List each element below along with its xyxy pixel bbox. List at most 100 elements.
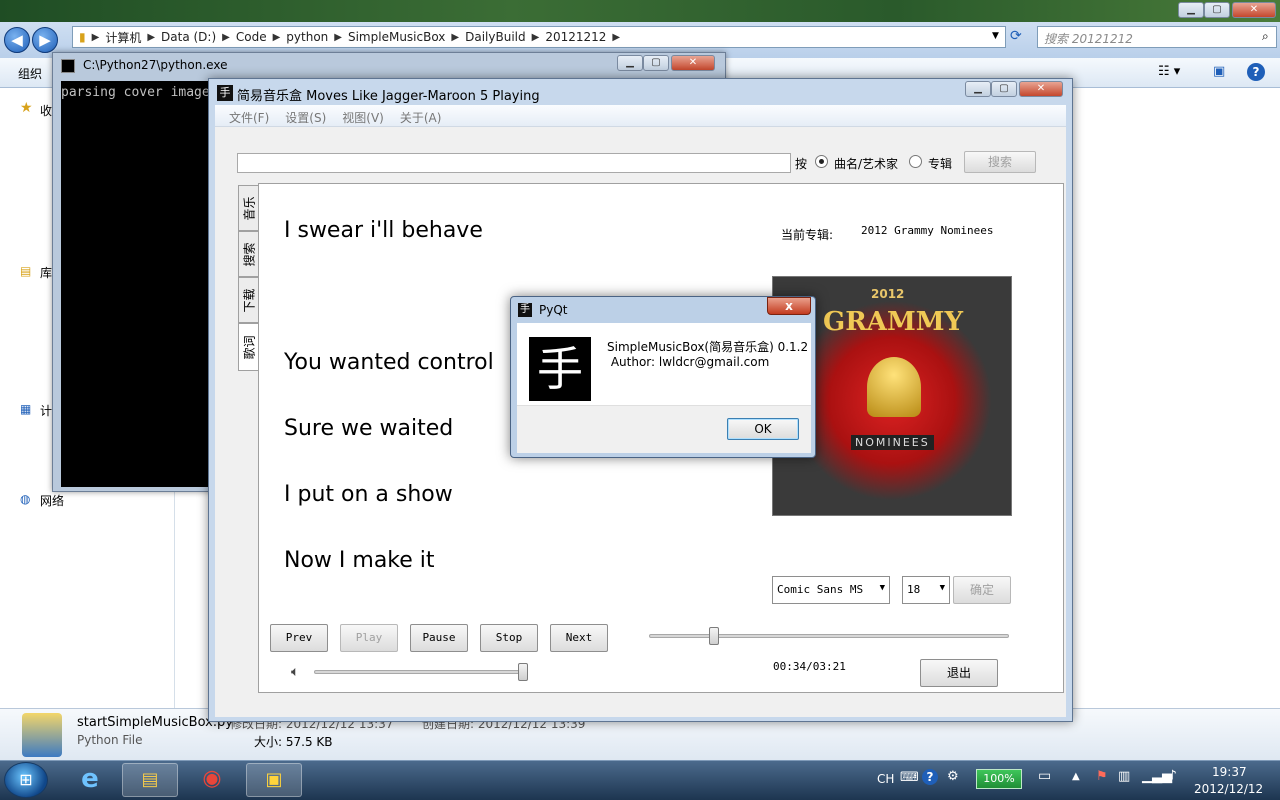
forward-arrow-icon: ▶ bbox=[39, 31, 51, 49]
back-arrow-icon: ◀ bbox=[11, 31, 23, 49]
computer-label[interactable]: 计 bbox=[40, 402, 52, 419]
console-close-button[interactable]: ✕ bbox=[671, 55, 715, 71]
dialog-author-text: Author: lwldcr@gmail.com bbox=[607, 355, 770, 369]
tab-lyrics[interactable]: 歌词 bbox=[238, 323, 259, 371]
confirm-font-button[interactable]: 确定 bbox=[953, 576, 1011, 604]
tab-search-label: 搜索 bbox=[242, 241, 257, 267]
stop-button[interactable]: Stop bbox=[480, 624, 538, 652]
refresh-icon[interactable]: ⟳ bbox=[1010, 28, 1022, 44]
tab-music-label: 音乐 bbox=[242, 195, 257, 221]
taskbar-chrome-button[interactable]: ◉ bbox=[184, 763, 240, 797]
speaker-icon[interactable]: ♪ bbox=[1168, 768, 1177, 784]
clock-date[interactable]: 2012/12/12 bbox=[1194, 782, 1263, 796]
view-options-icon[interactable]: ☷ ▾ bbox=[1158, 64, 1180, 79]
dialog-footer: OK bbox=[517, 405, 811, 453]
forward-button[interactable]: ▶ bbox=[32, 27, 58, 53]
progress-slider[interactable] bbox=[649, 634, 1009, 638]
libraries-label[interactable]: 库 bbox=[40, 264, 52, 281]
keyboard-icon[interactable]: ⌨ bbox=[900, 770, 919, 785]
menu-file[interactable]: 文件(F) bbox=[221, 105, 277, 126]
radio-song-artist[interactable] bbox=[815, 155, 828, 168]
breadcrumb-drive[interactable]: Data (D:) bbox=[155, 30, 222, 44]
cover-year: 2012 bbox=[871, 287, 905, 301]
next-button[interactable]: Next bbox=[550, 624, 608, 652]
tab-search[interactable]: 搜索 bbox=[238, 231, 258, 277]
python-file-icon bbox=[22, 713, 62, 757]
console-maximize-button[interactable]: ▢ bbox=[643, 55, 669, 71]
action-center-icon[interactable]: ⚑ bbox=[1096, 769, 1108, 784]
radio-album[interactable] bbox=[909, 155, 922, 168]
font-size-combo[interactable]: 18 ▼ bbox=[902, 576, 950, 604]
battery-indicator[interactable]: 100% bbox=[976, 769, 1022, 789]
app-close-button[interactable]: ✕ bbox=[1019, 81, 1063, 97]
settings-tray-icon[interactable]: ⚙ bbox=[947, 769, 959, 784]
font-family-combo[interactable]: Comic Sans MS ▼ bbox=[772, 576, 890, 604]
ok-button[interactable]: OK bbox=[727, 418, 799, 440]
explorer-maximize-button[interactable]: ▢ bbox=[1204, 2, 1230, 18]
tab-download[interactable]: 下载 bbox=[238, 277, 258, 323]
cover-subtitle: NOMINEES bbox=[851, 435, 934, 450]
taskbar-explorer-button[interactable]: ▤ bbox=[122, 763, 178, 797]
address-breadcrumb[interactable]: ▮ ▶ 计算机 ▶ Data (D:) ▶ Code ▶ python ▶ Simple… bbox=[72, 26, 1006, 48]
help-tray-icon[interactable]: ? bbox=[922, 769, 938, 785]
volume-slider[interactable] bbox=[314, 670, 528, 674]
prev-button[interactable]: Prev bbox=[270, 624, 328, 652]
taskbar-python-button[interactable]: ▣ bbox=[246, 763, 302, 797]
lyric-line: You wanted control bbox=[284, 350, 494, 375]
language-indicator[interactable]: CH bbox=[877, 772, 894, 786]
network-label[interactable]: 网络 bbox=[40, 492, 64, 509]
folder-icon: ▮ bbox=[79, 30, 86, 44]
explorer-close-button[interactable]: ✕ bbox=[1232, 2, 1276, 18]
dialog-app-icon: 手 bbox=[518, 303, 532, 317]
address-dropdown-icon[interactable]: ▼ bbox=[992, 31, 999, 41]
exit-button[interactable]: 退出 bbox=[920, 659, 998, 687]
app-logo-image: 手 bbox=[529, 337, 591, 401]
tray-expand-icon[interactable]: ▲ bbox=[1072, 771, 1080, 782]
breadcrumb-dailybuild[interactable]: DailyBuild bbox=[459, 30, 532, 44]
app-minimize-button[interactable]: ▁ bbox=[965, 81, 991, 97]
play-button[interactable]: Play bbox=[340, 624, 398, 652]
breadcrumb-simplemusicbox[interactable]: SimpleMusicBox bbox=[342, 30, 451, 44]
chevron-down-icon: ▼ bbox=[879, 583, 885, 593]
menu-view[interactable]: 视图(V) bbox=[334, 105, 392, 126]
organize-menu[interactable]: 组织 bbox=[18, 65, 42, 82]
menu-settings[interactable]: 设置(S) bbox=[277, 105, 334, 126]
about-dialog[interactable]: 手 PyQt x 手 SimpleMusicBox(简易音乐盒) 0.1.2 A… bbox=[510, 296, 816, 458]
breadcrumb-computer[interactable]: 计算机 bbox=[99, 29, 147, 46]
font-size-value: 18 bbox=[907, 583, 921, 596]
help-icon[interactable]: ? bbox=[1247, 63, 1265, 81]
gramophone-icon bbox=[867, 357, 921, 417]
dialog-close-button[interactable]: x bbox=[767, 297, 811, 315]
explorer-minimize-button[interactable]: ▁ bbox=[1178, 2, 1204, 18]
details-type: Python File bbox=[77, 733, 143, 747]
favorites-label[interactable]: 收 bbox=[40, 102, 52, 119]
search-button[interactable]: 搜索 bbox=[964, 151, 1036, 173]
clock-time[interactable]: 19:37 bbox=[1212, 765, 1247, 779]
breadcrumb-code[interactable]: Code bbox=[230, 30, 273, 44]
volume-slider-handle[interactable] bbox=[518, 663, 528, 681]
song-search-input[interactable] bbox=[237, 153, 791, 173]
pause-button[interactable]: Pause bbox=[410, 624, 468, 652]
cover-title: GRAMMY bbox=[823, 307, 964, 337]
app-maximize-button[interactable]: ▢ bbox=[991, 81, 1017, 97]
tab-download-label: 下载 bbox=[242, 287, 257, 313]
preview-pane-icon[interactable]: ▣ bbox=[1213, 64, 1225, 79]
menu-about[interactable]: 关于(A) bbox=[392, 105, 450, 126]
breadcrumb-20121212[interactable]: 20121212 bbox=[539, 30, 612, 44]
network-tray-icon[interactable]: ▥ bbox=[1118, 769, 1130, 784]
folder-icon: ▤ bbox=[141, 769, 159, 790]
start-button[interactable]: ⊞ bbox=[4, 762, 48, 798]
app-title: 简易音乐盒 Moves Like Jagger-Maroon 5 Playing bbox=[237, 89, 540, 104]
console-minimize-button[interactable]: ▁ bbox=[617, 55, 643, 71]
radio-album-label: 专辑 bbox=[928, 157, 953, 171]
favorites-star-icon: ★ bbox=[20, 100, 33, 116]
breadcrumb-python[interactable]: python bbox=[280, 30, 334, 44]
tab-music[interactable]: 音乐 bbox=[238, 185, 258, 231]
details-size: 大小: 57.5 KB bbox=[254, 735, 333, 749]
progress-slider-handle[interactable] bbox=[708, 627, 719, 645]
back-button[interactable]: ◀ bbox=[4, 27, 30, 53]
libraries-icon: ▤ bbox=[20, 264, 32, 278]
taskbar-ie-button[interactable]: e bbox=[62, 763, 118, 797]
explorer-search-input[interactable]: 搜索 20121212 bbox=[1037, 26, 1277, 48]
hard-drive-icon[interactable]: ▭ bbox=[1038, 768, 1051, 784]
